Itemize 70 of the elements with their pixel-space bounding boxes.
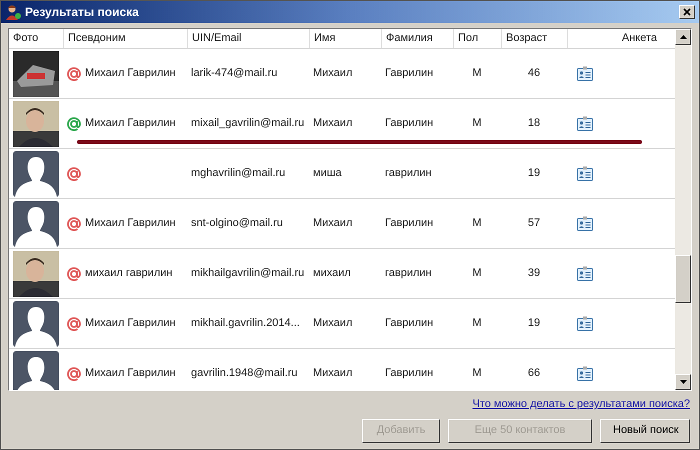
first-name-cell: Михаил [313,67,352,80]
column-header[interactable]: Пол [458,30,478,47]
nickname-cell-text: Михаил Гаврилин [85,116,176,132]
last-name-cell: Гаврилин [385,367,434,380]
last-name-cell: Гаврилин [385,117,434,130]
profile-card-icon[interactable] [577,316,593,331]
email-cell: larik-474@mail.ru [191,67,278,80]
profile-card-icon[interactable] [577,266,593,281]
up-arrow-icon [680,35,686,39]
profile-card-icon[interactable] [577,66,593,81]
last-name-cell: Гаврилин [385,317,434,330]
email-cell: snt-olgino@mail.ru [191,217,283,230]
age-cell-text: 66 [528,366,540,382]
column-header[interactable]: Фамилия [386,30,433,47]
last-name-cell: Гаврилин [385,67,434,80]
window-title: Результаты поиска [25,4,139,21]
first-name-cell: миша [313,167,342,180]
age-cell-text: 19 [528,166,540,182]
scroll-up-button[interactable] [675,29,691,45]
age-cell-text: 19 [528,316,540,332]
first-name-cell: Михаил [313,317,352,330]
email-cell: gavrilin.1948@mail.ru [191,367,298,380]
column-header[interactable]: UIN/Email [192,30,242,47]
profile-card-icon[interactable] [577,216,593,231]
close-button[interactable] [679,5,695,19]
scroll-thumb[interactable] [675,255,691,303]
column-header[interactable]: Псевдоним [68,30,126,47]
first-name-cell: Михаил [313,117,352,130]
profile-card-icon[interactable] [577,366,593,381]
scroll-down-button[interactable] [675,374,691,390]
close-icon [683,8,691,16]
sex-cell-text: М [472,266,482,282]
sex-cell-text: М [472,116,482,132]
email-cell: mixail_gavrilin@mail.ru [191,117,304,130]
nickname-cell-text: михаил гаврилин [85,266,172,282]
user-icon [5,4,21,20]
email-cell: mikhailgavrilin@mail.ru [191,267,304,280]
column-header[interactable]: Имя [314,30,336,47]
profile-card-icon[interactable] [577,116,593,131]
sex-cell-text: М [472,66,482,82]
avatar-silhouette-icon [13,200,59,246]
email-cell: mikhail.gavrilin.2014... [191,317,300,330]
avatar-silhouette-icon [13,150,59,196]
age-cell-text: 18 [528,116,540,132]
avatar-silhouette-icon [13,300,59,346]
last-name-cell: гаврилин [385,167,432,180]
sex-cell-text: М [472,316,482,332]
age-cell-text: 57 [528,216,540,232]
age-cell-text: 39 [528,266,540,282]
first-name-cell: михаил [313,267,351,280]
down-arrow-icon [680,380,686,384]
last-name-cell: гаврилин [385,267,432,280]
nickname-cell-text: Михаил Гаврилин [85,216,176,232]
dialog-button[interactable]: Новый поиск [600,418,690,442]
scrollbar[interactable] [675,29,691,390]
last-name-cell: Гаврилин [385,217,434,230]
help-link[interactable]: Что можно делать с результатами поиска? [472,396,690,412]
first-name-cell: Михаил [313,367,352,380]
sex-cell-text: М [472,366,482,382]
nickname-cell-text: Михаил Гаврилин [85,366,176,382]
column-header[interactable]: Фото [13,30,38,47]
nickname-cell-text: Михаил Гаврилин [85,66,176,82]
sex-cell-text: М [472,216,482,232]
profile-card-icon[interactable] [577,166,593,181]
column-header[interactable]: Возраст [506,30,548,47]
column-header[interactable]: Анкета [622,30,657,47]
first-name-cell: Михаил [313,217,352,230]
nickname-cell-text: Михаил Гаврилин [85,316,176,332]
age-cell-text: 46 [528,66,540,82]
email-cell: mghavrilin@mail.ru [191,167,286,180]
